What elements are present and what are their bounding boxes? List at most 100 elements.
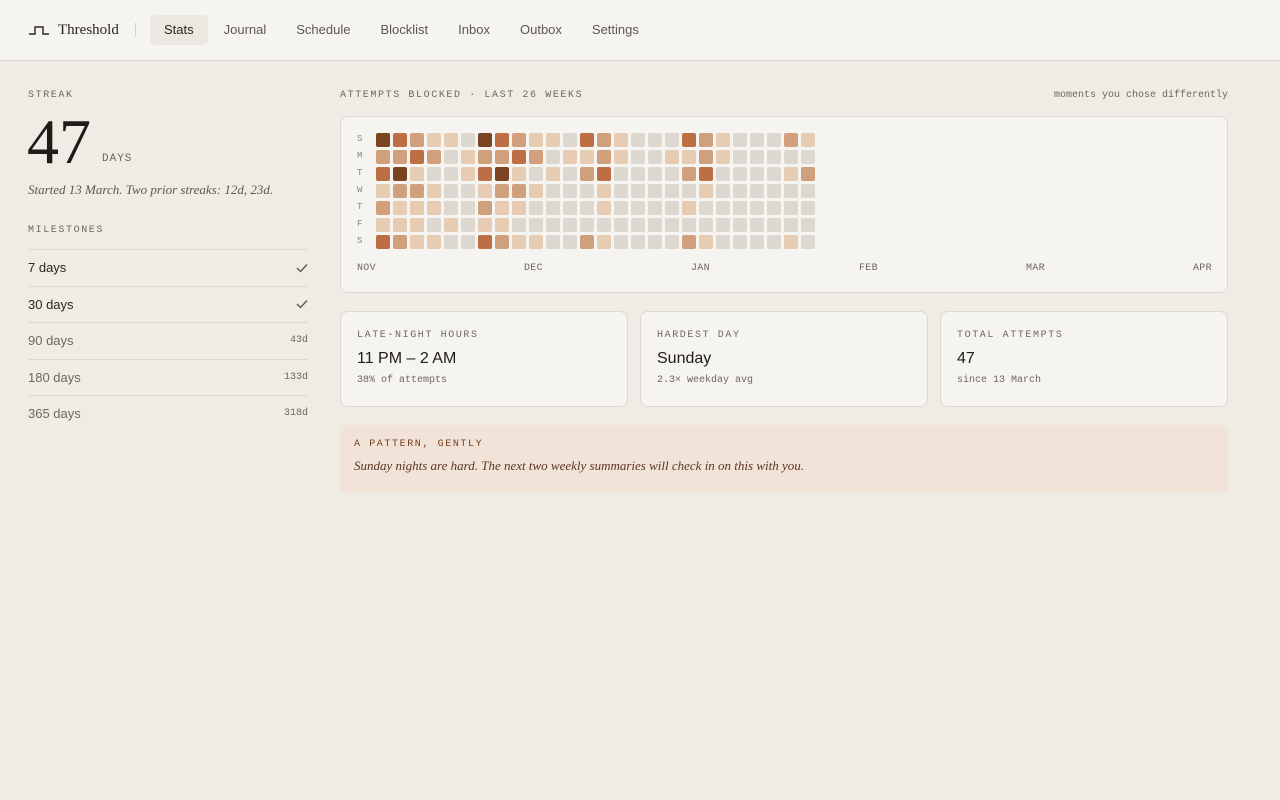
heatmap-cell <box>529 218 543 232</box>
heatmap-cell <box>393 184 407 198</box>
heatmap-cell <box>563 218 577 232</box>
day-label: T <box>357 168 363 178</box>
nav-blocklist[interactable]: Blocklist <box>366 15 442 45</box>
month-label: DEC <box>524 263 543 274</box>
heatmap-cell <box>444 167 458 181</box>
milestone-row: 180 days 133d <box>28 358 308 396</box>
heatmap-cell <box>512 218 526 232</box>
heatmap-cell <box>631 201 645 215</box>
heatmap-cell <box>631 184 645 198</box>
milestone-row: 365 days 318d <box>28 395 308 432</box>
heatmap-cell <box>495 167 509 181</box>
heatmap-cell <box>427 167 441 181</box>
milestones-list: 7 days 30 days 90 days 43d 180 days 133d… <box>28 249 308 432</box>
nav-schedule[interactable]: Schedule <box>282 15 364 45</box>
heatmap-cell <box>444 235 458 249</box>
heatmap-cell <box>512 235 526 249</box>
heatmap-cell <box>444 133 458 147</box>
milestone-row: 7 days <box>28 249 308 286</box>
day-label: S <box>357 134 363 144</box>
day-label: M <box>357 151 363 161</box>
heatmap-cell <box>597 218 611 232</box>
heatmap-cell <box>682 150 696 164</box>
nav-journal[interactable]: Journal <box>210 15 281 45</box>
nav-inbox[interactable]: Inbox <box>444 15 504 45</box>
stat-sub: since 13 March <box>957 375 1042 386</box>
heatmap-cell <box>767 133 781 147</box>
heatmap-cell <box>767 167 781 181</box>
heatmap-cell <box>750 218 764 232</box>
heatmap-cell <box>733 150 747 164</box>
milestone-name: 90 days <box>28 333 74 349</box>
heatmap-cell <box>495 184 509 198</box>
heatmap-title: ATTEMPTS BLOCKED · LAST 26 WEEKS <box>340 90 584 101</box>
stat-value: 47 <box>957 350 975 367</box>
heatmap-cell <box>444 184 458 198</box>
heatmap-cell <box>512 133 526 147</box>
month-label: FEB <box>859 263 878 274</box>
heatmap-cell <box>699 133 713 147</box>
heatmap-cell <box>597 184 611 198</box>
heatmap-cell <box>580 133 594 147</box>
heatmap-cell <box>376 235 390 249</box>
heatmap-cell <box>580 218 594 232</box>
heatmap-cell <box>376 150 390 164</box>
heatmap-cell <box>461 184 475 198</box>
heatmap-cell <box>512 201 526 215</box>
brand-divider <box>135 23 136 37</box>
brand[interactable]: Threshold <box>28 19 119 41</box>
heatmap-cell <box>512 184 526 198</box>
heatmap-cell <box>614 235 628 249</box>
brand-name: Threshold <box>58 21 119 38</box>
heatmap-cell <box>427 133 441 147</box>
heatmap-cell <box>801 133 815 147</box>
heatmap-cell <box>410 201 424 215</box>
heatmap-cell <box>716 150 730 164</box>
heatmap-cell <box>648 235 662 249</box>
nav-settings[interactable]: Settings <box>578 15 653 45</box>
stat-card-hardest-day: HARDEST DAY Sunday 2.3× weekday avg <box>640 311 928 407</box>
heatmap-cell <box>461 218 475 232</box>
heatmap-cell <box>750 167 764 181</box>
heatmap-cell <box>393 201 407 215</box>
heatmap-cell <box>393 133 407 147</box>
top-bar: Threshold Stats Journal Schedule Blockli… <box>0 0 1280 61</box>
heatmap-cell <box>801 167 815 181</box>
streak-note: Started 13 March. Two prior streaks: 12d… <box>28 182 274 197</box>
day-label: S <box>357 236 363 246</box>
heatmap-cell <box>733 133 747 147</box>
day-label: W <box>357 185 363 195</box>
stat-label: LATE-NIGHT HOURS <box>357 330 479 341</box>
heatmap-cell <box>614 184 628 198</box>
heatmap-cell <box>546 150 560 164</box>
heatmap-cell <box>529 235 543 249</box>
heatmap-cell <box>563 184 577 198</box>
heatmap-cell <box>784 150 798 164</box>
heatmap-cell <box>631 150 645 164</box>
heatmap-cell <box>665 184 679 198</box>
heatmap-cell <box>529 150 543 164</box>
heatmap-cell <box>699 235 713 249</box>
heatmap-cell <box>631 167 645 181</box>
heatmap-cell <box>393 218 407 232</box>
heatmap-cell <box>631 235 645 249</box>
heatmap-cell <box>461 201 475 215</box>
heatmap-cell <box>665 150 679 164</box>
nav-stats[interactable]: Stats <box>150 15 208 45</box>
heatmap-cell <box>546 167 560 181</box>
heatmap-cell <box>427 235 441 249</box>
heatmap-cell <box>648 133 662 147</box>
heatmap-cell <box>580 150 594 164</box>
heatmap-cell <box>478 150 492 164</box>
heatmap-cell <box>376 133 390 147</box>
heatmap-cell <box>733 184 747 198</box>
heatmap-cell <box>614 150 628 164</box>
heatmap-cell <box>495 235 509 249</box>
heatmap-cell <box>529 184 543 198</box>
stat-label: TOTAL ATTEMPTS <box>957 330 1064 341</box>
heatmap-cell <box>648 184 662 198</box>
nav-outbox[interactable]: Outbox <box>506 15 576 45</box>
heatmap-cell <box>631 218 645 232</box>
heatmap-cell <box>784 218 798 232</box>
heatmap-cell <box>682 184 696 198</box>
